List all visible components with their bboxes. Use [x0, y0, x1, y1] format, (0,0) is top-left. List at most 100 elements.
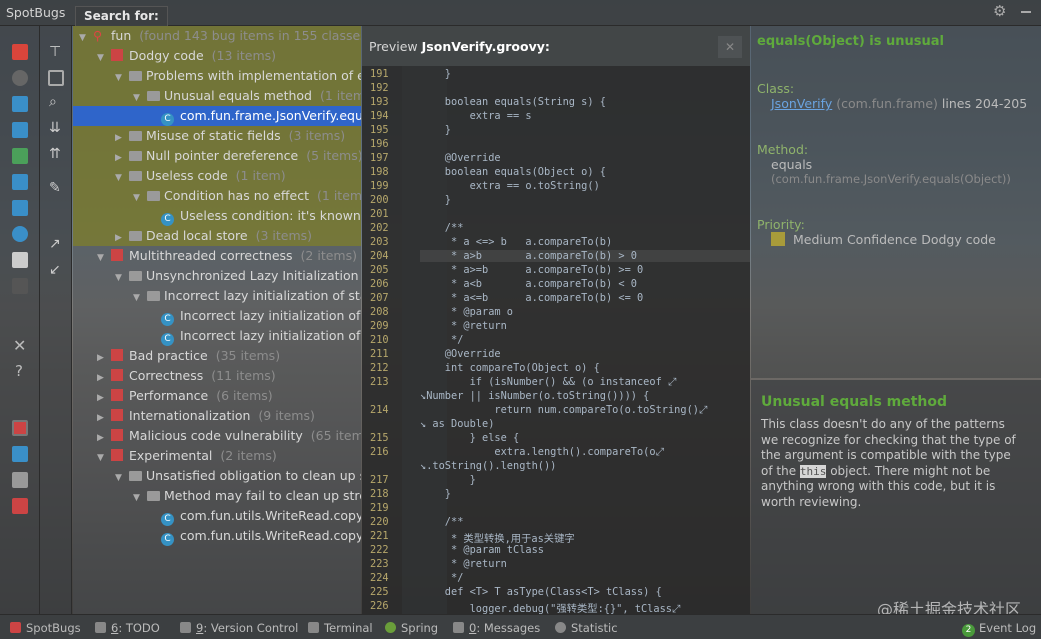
tree-row[interactable]: Ccom.fun.frame.JsonVerify.equ: [73, 106, 361, 126]
expand-arrow-icon[interactable]: ▶: [97, 368, 107, 388]
expand-arrow-icon[interactable]: ▶: [115, 228, 125, 248]
tree-row[interactable]: ▼ Experimental (2 items): [73, 446, 361, 466]
tree-row[interactable]: ▶ Dead local store (3 items): [73, 226, 361, 246]
tree-row[interactable]: Ccom.fun.utils.WriteRead.copy: [73, 526, 361, 546]
collapse-all-icon[interactable]: ⇈: [49, 146, 61, 162]
wrench-icon[interactable]: ✎: [49, 180, 61, 196]
tree-row[interactable]: C Incorrect lazy initialization of s: [73, 326, 361, 346]
bug-category-icon[interactable]: [12, 420, 28, 436]
help-icon[interactable]: ?: [15, 362, 23, 380]
expand-arrow-icon[interactable]: ▶: [97, 428, 107, 448]
tree-row[interactable]: ▶ Null pointer dereference (5 items): [73, 146, 361, 166]
tree-row[interactable]: ▶ Bad practice (35 items): [73, 346, 361, 366]
tree-row[interactable]: Ccom.fun.utils.WriteRead.copy: [73, 506, 361, 526]
filter-icon[interactable]: [12, 70, 28, 86]
expand-arrow-icon[interactable]: ▼: [115, 168, 125, 188]
bug-tree: ▼ ⚲ fun (found 143 bug items in 155 classes…: [73, 26, 361, 614]
tree-row[interactable]: ▼ Multithreaded correctness (2 items): [73, 246, 361, 266]
expand-arrow-icon[interactable]: ▶: [97, 408, 107, 428]
code-line: * a>b a.compareTo(b) > 0: [420, 250, 750, 262]
line-number: 204: [370, 250, 389, 262]
folder-icon: [129, 231, 142, 241]
line-number: 224: [370, 572, 389, 584]
group-by-package-icon[interactable]: [12, 472, 28, 488]
group-by-priority-icon[interactable]: [12, 498, 28, 514]
close-icon[interactable]: ✕: [13, 336, 26, 355]
tree-row[interactable]: ▶ Misuse of static fields (3 items): [73, 126, 361, 146]
class-link[interactable]: JsonVerify: [771, 96, 832, 111]
tree-row[interactable]: C Incorrect lazy initialization of s: [73, 306, 361, 326]
tree-row[interactable]: ▼ Dodgy code (13 items): [73, 46, 361, 66]
search-label[interactable]: Search for:: [75, 6, 168, 26]
method-label: Method:: [757, 142, 809, 157]
folder-icon: [129, 171, 142, 181]
expand-arrow-icon[interactable]: ▼: [115, 268, 125, 288]
pin-icon[interactable]: ⊤: [49, 44, 61, 60]
tool-todo[interactable]: 6: TODO: [95, 621, 160, 635]
gear-icon[interactable]: ⚙: [993, 3, 1009, 19]
group-by-class-icon[interactable]: [12, 446, 28, 462]
code-view[interactable]: 191 } 192 193 boolean equals(String s) {19…: [362, 66, 750, 615]
export-arrow-icon[interactable]: ↗: [49, 236, 61, 252]
line-number: 196: [370, 138, 389, 150]
tool-messages[interactable]: 0: Messages: [453, 621, 540, 635]
analyze-module-icon[interactable]: [12, 96, 28, 112]
expand-arrow-icon[interactable]: ▶: [97, 388, 107, 408]
tree-row[interactable]: ▼Unusual equals method(1 item): [73, 86, 361, 106]
expand-arrow-icon[interactable]: ▶: [97, 348, 107, 368]
analyze-scope-icon[interactable]: [12, 174, 28, 190]
expand-all-icon[interactable]: ⇊: [49, 120, 61, 136]
tree-row[interactable]: ▶ Internationalization (9 items): [73, 406, 361, 426]
expand-arrow-icon[interactable]: ▼: [133, 88, 143, 108]
analyze-project-icon[interactable]: [12, 148, 28, 164]
analyze-package-icon[interactable]: [12, 122, 28, 138]
tree-row[interactable]: ▼ Unsatisfied obligation to clean up str: [73, 466, 361, 486]
tree-row[interactable]: ▼Condition has no effect(1 item): [73, 186, 361, 206]
tool-terminal[interactable]: Terminal: [308, 621, 373, 635]
tool-spring[interactable]: Spring: [385, 621, 438, 635]
preview-icon[interactable]: [48, 70, 64, 86]
close-icon[interactable]: ✕: [718, 36, 742, 58]
bug-icon[interactable]: [12, 44, 28, 60]
tool-statistic[interactable]: Statistic: [555, 621, 618, 635]
refresh-icon[interactable]: [12, 226, 28, 242]
tree-row[interactable]: ▼ Method may fail to clean up strea: [73, 486, 361, 506]
tree-root[interactable]: ▼ ⚲ fun (found 143 bug items in 155 classes…: [73, 26, 361, 46]
tool-spotbugs[interactable]: SpotBugs: [10, 621, 81, 635]
line-number: 218: [370, 488, 389, 500]
expand-arrow-icon[interactable]: ▼: [133, 488, 143, 508]
folder-icon: [147, 291, 160, 301]
expand-arrow-icon[interactable]: ▼: [133, 188, 143, 208]
search-icon[interactable]: ⌕: [49, 94, 57, 110]
expand-arrow-icon[interactable]: ▼: [115, 68, 125, 88]
expand-arrow-icon[interactable]: ▼: [115, 468, 125, 488]
tree-row[interactable]: C Useless condition: it's known th: [73, 206, 361, 226]
analyze-changes-icon[interactable]: [12, 200, 28, 216]
tree-row[interactable]: ▶ Performance (6 items): [73, 386, 361, 406]
expand-arrow-icon[interactable]: ▼: [133, 288, 143, 308]
tree-row[interactable]: ▼ Problems with implementation of equ: [73, 66, 361, 86]
code-line: * a<=b a.compareTo(b) <= 0: [420, 292, 644, 304]
expand-arrow-icon[interactable]: ▼: [97, 48, 107, 68]
minimize-icon[interactable]: [1021, 11, 1031, 13]
expand-arrow-icon[interactable]: ▼: [97, 248, 107, 268]
tree-row[interactable]: ▶ Correctness (11 items): [73, 366, 361, 386]
expand-arrow-icon[interactable]: ▼: [97, 448, 107, 468]
tree-row[interactable]: ▼ Incorrect lazy initialization of stat: [73, 286, 361, 306]
bug-category-icon: [111, 369, 123, 381]
import-arrow-icon[interactable]: ↙: [49, 262, 61, 278]
preview-title: Preview JsonVerify.groovy:: [369, 39, 550, 54]
export-icon[interactable]: [12, 252, 28, 268]
expand-arrow-icon[interactable]: ▶: [115, 148, 125, 168]
expand-arrow-icon[interactable]: ▶: [115, 128, 125, 148]
priority-value: Medium Confidence Dodgy code: [792, 232, 996, 247]
tool-version-control[interactable]: 9: Version Control: [180, 621, 298, 635]
tree-row[interactable]: ▼ Useless code (1 item): [73, 166, 361, 186]
tool-event-log[interactable]: 2 Event Log: [962, 621, 1036, 637]
folder-icon: [147, 191, 160, 201]
code-line: }: [420, 488, 451, 500]
code-line: */: [420, 334, 464, 346]
tree-row[interactable]: ▶Malicious code vulnerability(65 items): [73, 426, 361, 446]
code-line: if (isNumber() && (o instanceof ⤢: [420, 376, 677, 388]
tree-row[interactable]: ▼ Unsynchronized Lazy Initialization: [73, 266, 361, 286]
